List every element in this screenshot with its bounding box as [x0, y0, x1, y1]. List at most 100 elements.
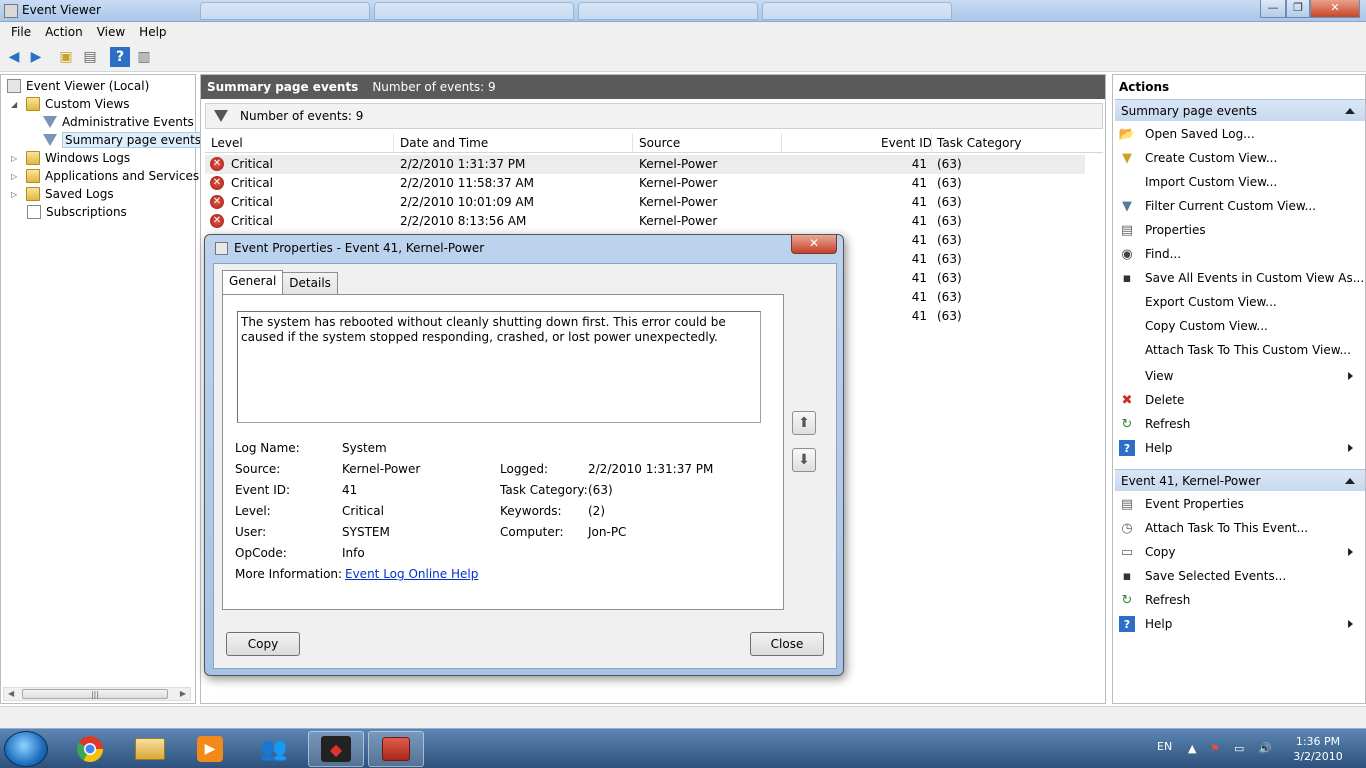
date-cell: 2/2/2010 10:01:09 AM	[400, 195, 534, 209]
window-titlebar: Event Viewer — ❐ ✕	[0, 0, 1366, 22]
tree-item-root[interactable]: Event Viewer (Local)	[7, 77, 149, 95]
show-hidden-icons-icon[interactable]: ▲	[1188, 742, 1196, 755]
action-help[interactable]: ? Help	[1117, 437, 1363, 459]
table-row[interactable]: ✕ Critical 2/2/2010 1:31:37 PM Kernel-Power…	[205, 155, 1085, 174]
opcode-value: Info	[342, 546, 365, 560]
chrome-icon	[76, 736, 104, 763]
action-view[interactable]: View	[1117, 365, 1363, 387]
action-find[interactable]: ◉ Find...	[1117, 243, 1363, 265]
column-divider[interactable]	[393, 133, 394, 153]
source-label: Source:	[235, 462, 281, 476]
tab-general[interactable]: General	[222, 270, 284, 294]
action-event-refresh[interactable]: ↻ Refresh	[1117, 589, 1363, 611]
scroll-left-arrow-icon[interactable]: ◀	[8, 688, 14, 700]
previous-event-button[interactable]: ⬆	[792, 411, 816, 435]
scrollbar-thumb[interactable]: |||	[22, 689, 168, 699]
network-icon[interactable]: ▭	[1234, 742, 1244, 755]
window-close-button[interactable]: ✕	[1310, 0, 1360, 18]
copy-button[interactable]: Copy	[226, 632, 300, 656]
collapse-arrow-icon[interactable]: ◢	[11, 100, 21, 109]
column-divider[interactable]	[931, 133, 932, 153]
tree-item-saved-logs[interactable]: ▷ Saved Logs	[11, 185, 114, 203]
action-refresh[interactable]: ↻ Refresh	[1117, 413, 1363, 435]
event-viewer-taskbar-icon[interactable]	[368, 731, 424, 767]
start-button[interactable]	[4, 731, 48, 767]
action-delete[interactable]: ✖ Delete	[1117, 389, 1363, 411]
tree-item-custom-views[interactable]: ◢ Custom Views	[11, 95, 130, 113]
action-create-custom-view[interactable]: ▼ Create Custom View...	[1117, 147, 1363, 169]
column-event-id[interactable]: Event ID	[881, 136, 932, 150]
actions-title: Actions	[1119, 80, 1170, 94]
column-source[interactable]: Source	[639, 136, 680, 150]
action-filter-current-custom-view[interactable]: ▼ Filter Current Custom View...	[1117, 195, 1363, 217]
expand-arrow-icon[interactable]: ▷	[11, 190, 21, 199]
show-hide-tree-icon[interactable]: ▤	[80, 47, 100, 67]
table-row[interactable]: ✕ Critical 2/2/2010 11:58:37 AM Kernel-Powe…	[205, 174, 1085, 193]
filter-icon: ▼	[1122, 198, 1132, 214]
tree-item-administrative-events[interactable]: Administrative Events	[43, 113, 194, 131]
collapse-triangle-icon[interactable]	[1345, 478, 1355, 484]
back-arrow-icon[interactable]: ◀	[4, 47, 24, 67]
next-event-button[interactable]: ⬇	[792, 448, 816, 472]
action-attach-task-to-this-custom-view[interactable]: Attach Task To This Custom View...	[1117, 339, 1363, 361]
table-row[interactable]: ✕ Critical 2/2/2010 8:13:56 AM Kernel-Power…	[205, 212, 1085, 231]
event-id-cell: 41	[911, 214, 927, 228]
tree-horizontal-scrollbar[interactable]: ◀ ||| ▶	[3, 687, 191, 701]
column-level[interactable]: Level	[211, 136, 243, 150]
chrome-taskbar-icon[interactable]	[62, 731, 118, 767]
dialog-close-button[interactable]: ✕	[791, 235, 837, 254]
help-icon[interactable]: ?	[110, 47, 130, 67]
action-event-event-properties[interactable]: ▤ Event Properties	[1117, 493, 1363, 515]
expand-arrow-icon[interactable]: ▷	[11, 154, 21, 163]
column-task-category[interactable]: Task Category	[937, 136, 1022, 150]
action-center-icon[interactable]: ⚑	[1210, 742, 1220, 755]
event-description[interactable]: The system has rebooted without cleanly …	[237, 311, 761, 423]
tree-item-summary-page-events[interactable]: Summary page events	[43, 131, 205, 149]
forward-arrow-icon[interactable]: ▶	[26, 47, 46, 67]
close-button[interactable]: Close	[750, 632, 824, 656]
dialog-titlebar[interactable]: Event Properties - Event 41, Kernel-Powe…	[205, 235, 843, 261]
menu-view[interactable]: View	[90, 25, 132, 39]
up-folder-icon[interactable]: ▣	[56, 47, 76, 67]
menu-file[interactable]: File	[4, 25, 38, 39]
language-indicator[interactable]: EN	[1157, 740, 1172, 753]
action-open-saved-log[interactable]: 📂 Open Saved Log...	[1117, 123, 1363, 145]
event-properties-icon	[215, 242, 228, 255]
expand-arrow-icon[interactable]: ▷	[11, 172, 21, 181]
filter-icon	[43, 116, 57, 128]
action-save-all-events-in-custom-view-as[interactable]: ▪ Save All Events in Custom View As...	[1117, 267, 1365, 289]
menu-help[interactable]: Help	[132, 25, 173, 39]
actions-section-event[interactable]: Event 41, Kernel-Power	[1115, 469, 1365, 491]
action-properties[interactable]: ▤ Properties	[1117, 219, 1363, 241]
explorer-taskbar-icon[interactable]	[122, 731, 178, 767]
minimize-button[interactable]: —	[1260, 0, 1286, 18]
action-export-custom-view[interactable]: Export Custom View...	[1117, 291, 1363, 313]
volume-icon[interactable]: 🔊	[1258, 742, 1272, 755]
action-event-attach-task-to-this-event[interactable]: ◷ Attach Task To This Event...	[1117, 517, 1363, 539]
action-event-copy[interactable]: ▭ Copy	[1117, 541, 1363, 563]
column-divider[interactable]	[781, 133, 782, 153]
maximize-button[interactable]: ❐	[1286, 0, 1310, 18]
action-event-save-selected-events[interactable]: ▪ Save Selected Events...	[1117, 565, 1363, 587]
security-app-taskbar-icon[interactable]: ◆	[308, 731, 364, 767]
action-import-custom-view[interactable]: Import Custom View...	[1117, 171, 1363, 193]
tree-item-apps-services[interactable]: ▷ Applications and Services Lo	[11, 167, 217, 185]
column-date[interactable]: Date and Time	[400, 136, 488, 150]
table-row[interactable]: ✕ Critical 2/2/2010 10:01:09 AM Kernel-Powe…	[205, 193, 1085, 212]
system-clock[interactable]: 1:36 PM 3/2/2010	[1290, 734, 1346, 764]
action-copy-custom-view[interactable]: Copy Custom View...	[1117, 315, 1363, 337]
tab-details[interactable]: Details	[282, 272, 338, 294]
show-hide-actions-icon[interactable]: ▥	[134, 47, 154, 67]
scroll-right-arrow-icon[interactable]: ▶	[180, 688, 186, 700]
collapse-triangle-icon[interactable]	[1345, 108, 1355, 114]
source-cell: Kernel-Power	[639, 157, 718, 171]
tree-item-windows-logs[interactable]: ▷ Windows Logs	[11, 149, 130, 167]
action-event-help[interactable]: ? Help	[1117, 613, 1363, 635]
media-player-taskbar-icon[interactable]: ▶	[182, 731, 238, 767]
messenger-taskbar-icon[interactable]: 👥	[246, 731, 302, 767]
event-log-online-help-link[interactable]: Event Log Online Help	[345, 567, 478, 581]
menu-action[interactable]: Action	[38, 25, 90, 39]
column-divider[interactable]	[632, 133, 633, 153]
actions-section-summary[interactable]: Summary page events	[1115, 99, 1365, 121]
tree-item-subscriptions[interactable]: Subscriptions	[27, 203, 127, 221]
